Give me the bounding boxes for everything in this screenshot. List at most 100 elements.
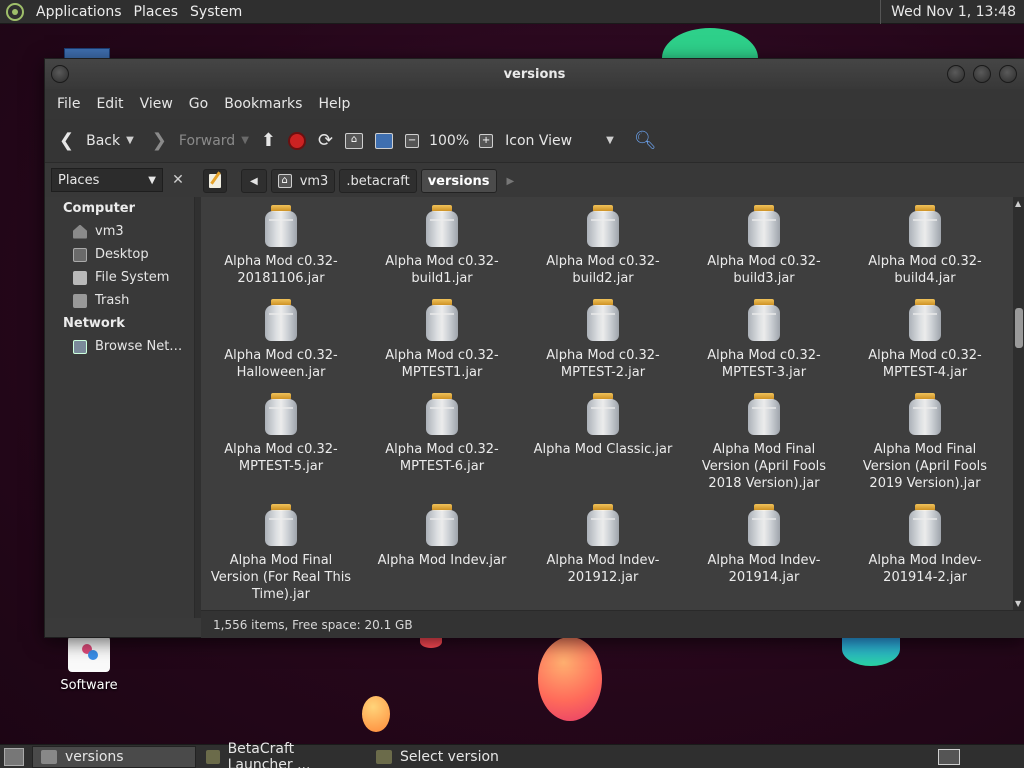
desktop-software-label: Software [60,678,118,693]
file-item[interactable]: Alpha Mod Final Version (April Fools 201… [689,385,839,492]
scrollbar-thumb[interactable] [1015,307,1023,348]
menu-file[interactable]: File [49,96,88,112]
file-item[interactable]: Alpha Mod c0.32-MPTEST-5.jar [206,385,356,475]
file-item[interactable]: Alpha Mod c0.32-build1.jar [367,197,517,287]
menu-edit[interactable]: Edit [88,96,131,112]
breadcrumb-versions[interactable]: versions [420,169,497,193]
file-name: Alpha Mod c0.32-MPTEST-4.jar [868,348,982,380]
view-mode-select[interactable]: Icon View ▼ [499,125,620,157]
up-button[interactable]: ⬆ [255,125,282,157]
file-item[interactable]: Alpha Mod c0.32-Halloween.jar [206,291,356,381]
sidebar-pane-select[interactable]: Places ▼ [51,168,163,192]
menu-view[interactable]: View [132,96,181,112]
distro-logo-icon[interactable] [6,2,24,21]
arrow-right-icon: ❯ [151,129,167,151]
home-folder-icon: ⌂ [345,132,364,149]
file-item[interactable]: Alpha Mod Indev.jar [367,496,517,569]
sidebar-item-file-system[interactable]: File System [45,266,194,289]
sidebar-item-browse-network[interactable]: Browse Net… [45,335,194,358]
jar-file-icon [908,299,942,341]
scroll-down-icon[interactable]: ▼ [1015,599,1021,608]
file-item[interactable]: Alpha Mod c0.32-MPTEST-3.jar [689,291,839,381]
task-versions[interactable]: versions [32,745,196,768]
jar-file-icon [586,393,620,435]
menu-places[interactable]: Places [128,4,185,20]
breadcrumb-betacraft[interactable]: .betacraft [339,169,417,193]
breadcrumb-left-button[interactable]: ◀ [241,169,267,193]
betacraft-icon [376,749,392,764]
menu-bookmarks[interactable]: Bookmarks [216,96,310,112]
minimize-button[interactable] [947,65,965,83]
file-item[interactable]: Alpha Mod c0.32-MPTEST-6.jar [367,385,517,475]
show-desktop-icon[interactable] [4,747,24,766]
search-button[interactable]: 🔍︎ [628,125,663,157]
file-item[interactable]: Alpha Mod Indev-201914.jar [689,496,839,586]
stop-button[interactable] [282,125,312,157]
menu-system[interactable]: System [184,4,248,20]
task-select-version[interactable]: Select version [368,746,507,768]
panel-clock[interactable]: Wed Nov 1, 13:48 [880,0,1024,24]
reload-button[interactable]: ⟳ [312,125,339,157]
file-item[interactable]: Alpha Mod c0.32-build4.jar [850,197,1000,287]
reload-icon: ⟳ [318,129,334,151]
file-name: Alpha Mod Final Version (For Real This T… [210,553,352,602]
file-item[interactable]: Alpha Mod Classic.jar [528,385,678,458]
file-name: Alpha Mod Final Version (April Fools 201… [701,442,827,491]
icon-view[interactable]: Alpha Mod c0.32-20181106.jar Alpha Mod c0… [201,197,1013,610]
task-betacraft-launcher[interactable]: BetaCraft Launcher ... [198,741,366,768]
file-item[interactable]: Alpha Mod c0.32-build3.jar [689,197,839,287]
file-name: Alpha Mod c0.32-Halloween.jar [224,348,338,380]
file-item[interactable]: Alpha Mod Final Version (For Real This T… [206,496,356,603]
back-button[interactable]: ❮ Back ▼ [53,125,140,157]
edit-icon [209,174,221,188]
forward-button[interactable]: ❯ Forward ▼ [146,125,255,157]
file-item[interactable]: Alpha Mod Indev-201914-2.jar [850,496,1000,586]
toggle-location-entry-button[interactable] [203,169,227,193]
toolbar: ❮ Back ▼ ❯ Forward ▼ ⬆ ⟳ ⌂ − 100% + Icon… [45,119,1024,163]
breadcrumb-vm3[interactable]: ⌂ vm3 [270,169,336,193]
zoom-in-button[interactable]: + [473,125,499,157]
file-item[interactable]: Alpha Mod c0.32-20181106.jar [206,197,356,287]
menu-applications[interactable]: Applications [30,4,128,20]
forward-history-dropdown-icon[interactable]: ▼ [241,135,249,146]
file-name: Alpha Mod c0.32-MPTEST-5.jar [224,442,338,474]
file-item[interactable]: Alpha Mod c0.32-MPTEST1.jar [367,291,517,381]
window-menu-button[interactable] [51,65,69,83]
close-button[interactable] [999,65,1017,83]
jar-file-icon [908,205,942,247]
window-title: versions [503,66,566,82]
breadcrumb-right-button[interactable]: ▶ [501,169,521,193]
sidebar-item-trash[interactable]: Trash [45,289,194,312]
sidebar-item-desktop[interactable]: Desktop [45,243,194,266]
arrow-up-icon: ⬆ [260,129,276,151]
status-text: 1,556 items, Free space: 20.1 GB [213,617,413,632]
task-label: versions [65,748,124,765]
file-item[interactable]: Alpha Mod Indev-201912.jar [528,496,678,586]
jar-file-icon [425,299,459,341]
vertical-scrollbar[interactable]: ▲ ▼ [1013,197,1024,610]
file-item[interactable]: Alpha Mod Final Version (April Fools 201… [850,385,1000,492]
menu-go[interactable]: Go [181,96,216,112]
file-item[interactable]: Alpha Mod c0.32-build2.jar [528,197,678,287]
jar-file-icon [908,393,942,435]
arrow-left-icon: ❮ [59,129,75,151]
back-history-dropdown-icon[interactable]: ▼ [126,135,134,146]
maximize-button[interactable] [973,65,991,83]
close-sidebar-button[interactable]: ✕ [167,169,189,191]
desktop-software-icon[interactable]: Software [52,636,126,693]
workspace-switcher[interactable] [938,748,960,765]
file-item[interactable]: Alpha Mod c0.32-MPTEST-2.jar [528,291,678,381]
jar-file-icon [264,393,298,435]
scroll-up-icon[interactable]: ▲ [1015,199,1021,208]
computer-button[interactable] [369,125,399,157]
home-button[interactable]: ⌂ [339,125,369,157]
window-titlebar[interactable]: versions [45,59,1024,89]
sidebar-item-vm3[interactable]: vm3 [45,220,194,243]
zoom-out-button[interactable]: − [399,125,425,157]
menubar: File Edit View Go Bookmarks Help [45,89,1024,119]
file-name: Alpha Mod c0.32-build4.jar [868,254,982,286]
view-mode-label: Icon View [505,132,573,149]
chevron-right-icon: ▶ [506,175,515,187]
file-item[interactable]: Alpha Mod c0.32-MPTEST-4.jar [850,291,1000,381]
menu-help[interactable]: Help [310,96,358,112]
